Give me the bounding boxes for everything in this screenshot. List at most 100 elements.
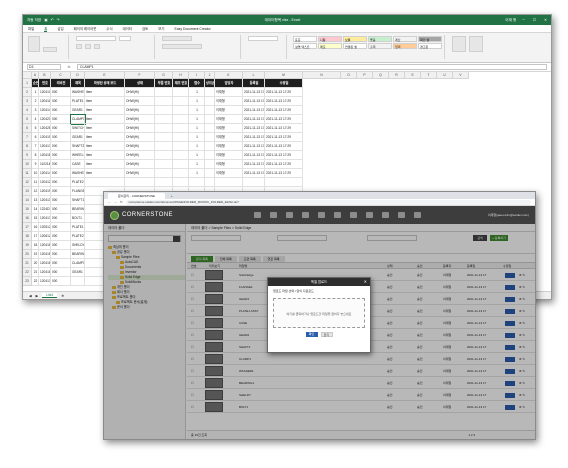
table-cell[interactable]: 2021-11-13 17:29 xyxy=(243,106,265,115)
table-cell[interactable]: 000 xyxy=(51,232,71,241)
browser-tab[interactable]: 문서관리 - CORNERSTONE xyxy=(108,192,165,199)
table-cell[interactable]: WASHER1 xyxy=(71,169,85,178)
table-cell[interactable]: SHAFT1 xyxy=(71,196,85,205)
table-cell[interactable]: 2021-11-13 17:29 xyxy=(265,124,303,133)
table-cell[interactable]: 000 xyxy=(51,169,71,178)
table-cell[interactable] xyxy=(155,151,173,160)
redo-icon[interactable]: ↷ xyxy=(57,18,60,23)
table-cell[interactable]: 120418 xyxy=(39,241,51,250)
ok-button[interactable]: 확인 xyxy=(305,332,318,337)
row-header[interactable]: 23 xyxy=(23,277,32,286)
cornerstone-user[interactable]: 이재형(jaeeo.kim@soldev.com) xyxy=(488,213,529,217)
table-cell[interactable]: 이재형 xyxy=(215,142,243,151)
table-cell[interactable]: 5 xyxy=(32,124,39,133)
table-cell[interactable]: 1 xyxy=(189,115,205,124)
row-header[interactable]: 14 xyxy=(23,196,32,205)
column-header[interactable]: U xyxy=(437,72,453,79)
table-cell[interactable]: 2 xyxy=(32,97,39,106)
table-cell[interactable] xyxy=(173,151,189,160)
cell-style-swatch[interactable]: 계산 xyxy=(393,36,417,42)
table-cell[interactable] xyxy=(155,124,173,133)
table-cell[interactable]: 2021-11-13 17:29 xyxy=(265,106,303,115)
row-header[interactable]: 7 xyxy=(23,133,32,142)
table-cell[interactable]: Item xyxy=(85,88,125,97)
table-cell[interactable]: 1 xyxy=(189,133,205,142)
bold-button[interactable] xyxy=(76,44,82,49)
table-cell[interactable]: 000 xyxy=(51,187,71,196)
table-cell[interactable] xyxy=(155,142,173,151)
report-icon[interactable] xyxy=(382,212,390,218)
column-header[interactable]: V xyxy=(453,72,469,79)
table-cell[interactable]: 6 xyxy=(32,133,39,142)
table-cell[interactable] xyxy=(205,160,215,169)
column-header[interactable]: P xyxy=(357,72,373,79)
table-cell[interactable]: 000 xyxy=(51,88,71,97)
paste-button[interactable] xyxy=(28,36,40,52)
table-cell[interactable]: 000 xyxy=(51,277,71,286)
table-cell[interactable]: OHW(Hi) xyxy=(125,142,155,151)
table-cell[interactable] xyxy=(173,97,189,106)
table-cell[interactable]: CLAMP1 xyxy=(71,259,85,268)
header-cell[interactable]: 캡수 xyxy=(189,79,205,88)
header-cell[interactable]: 상태 xyxy=(125,79,155,88)
table-cell[interactable]: 120414 xyxy=(39,106,51,115)
table-cell[interactable]: 000 xyxy=(51,115,71,124)
table-cell[interactable]: 1 xyxy=(189,151,205,160)
home-icon[interactable] xyxy=(254,212,262,218)
header-cell[interactable]: 제목 xyxy=(71,79,85,88)
table-cell[interactable]: 2021-11-13 17:29 xyxy=(243,151,265,160)
table-cell[interactable] xyxy=(155,169,173,178)
table-cell[interactable]: CLAMP1 xyxy=(70,114,86,125)
column-header[interactable]: O xyxy=(341,72,357,79)
row-header[interactable]: 1 xyxy=(23,79,32,88)
table-cell[interactable]: 120418 xyxy=(39,250,51,259)
table-cell[interactable] xyxy=(205,142,215,151)
name-box[interactable]: D3 xyxy=(27,64,61,70)
font-size-select[interactable] xyxy=(119,36,132,41)
row-header[interactable]: 21 xyxy=(23,259,32,268)
header-cell[interactable]: 순번 xyxy=(32,79,39,88)
table-cell[interactable]: WHEEL1 xyxy=(71,151,85,160)
table-cell[interactable]: 2021-11-13 17:29 xyxy=(243,115,265,124)
close-icon[interactable]: ✕ xyxy=(544,18,547,22)
table-cell[interactable]: GEAR1 xyxy=(71,268,85,277)
table-cell[interactable]: OHW(Hi) xyxy=(125,124,155,133)
column-header[interactable]: Q xyxy=(373,72,389,79)
table-cell[interactable]: 1 xyxy=(189,106,205,115)
table-cell[interactable] xyxy=(71,277,85,286)
table-cell[interactable] xyxy=(205,151,215,160)
table-cell[interactable] xyxy=(155,97,173,106)
file-drop-zone[interactable]: 여기를 클릭하거나 업로드할 파일을 끌어다 놓으세요 xyxy=(273,298,365,328)
table-cell[interactable]: 2021-11-13 17:29 xyxy=(243,169,265,178)
table-cell[interactable]: 이재형 xyxy=(215,115,243,124)
table-cell[interactable]: 120415 xyxy=(39,133,51,142)
column-header[interactable]: A xyxy=(32,72,39,79)
table-cell[interactable]: 000 xyxy=(51,106,71,115)
table-cell[interactable]: Item xyxy=(85,151,125,160)
table-cell[interactable]: Item xyxy=(85,133,125,142)
table-cell[interactable]: BEARING1 xyxy=(71,205,85,214)
cancel-button[interactable]: 닫기 xyxy=(320,332,333,337)
new-tab-icon[interactable]: + xyxy=(171,194,173,198)
row-header[interactable]: 17 xyxy=(23,223,32,232)
table-cell[interactable]: 120418 xyxy=(39,259,51,268)
column-header[interactable]: G xyxy=(155,72,173,79)
row-header[interactable]: 18 xyxy=(23,232,32,241)
table-cell[interactable]: OHW(Hi) xyxy=(125,151,155,160)
table-cell[interactable]: 000 xyxy=(51,196,71,205)
table-cell[interactable]: 110214 xyxy=(39,160,51,169)
row-header[interactable]: 6 xyxy=(23,124,32,133)
chart-icon[interactable] xyxy=(302,212,310,218)
table-cell[interactable] xyxy=(205,115,215,124)
column-header[interactable]: F xyxy=(125,72,155,79)
table-cell[interactable] xyxy=(155,88,173,97)
table-cell[interactable] xyxy=(215,178,243,187)
wrap-text-button[interactable] xyxy=(162,36,192,41)
table-cell[interactable]: OHW(Hi) xyxy=(125,115,155,124)
column-header[interactable]: D xyxy=(71,72,85,79)
header-cell[interactable]: 등록일 xyxy=(243,79,265,88)
table-cell[interactable]: 11 xyxy=(32,178,39,187)
cell-style-swatch[interactable]: 입력 xyxy=(393,43,417,49)
table-cell[interactable]: 22 xyxy=(32,277,39,286)
table-cell[interactable]: 1 xyxy=(189,169,205,178)
